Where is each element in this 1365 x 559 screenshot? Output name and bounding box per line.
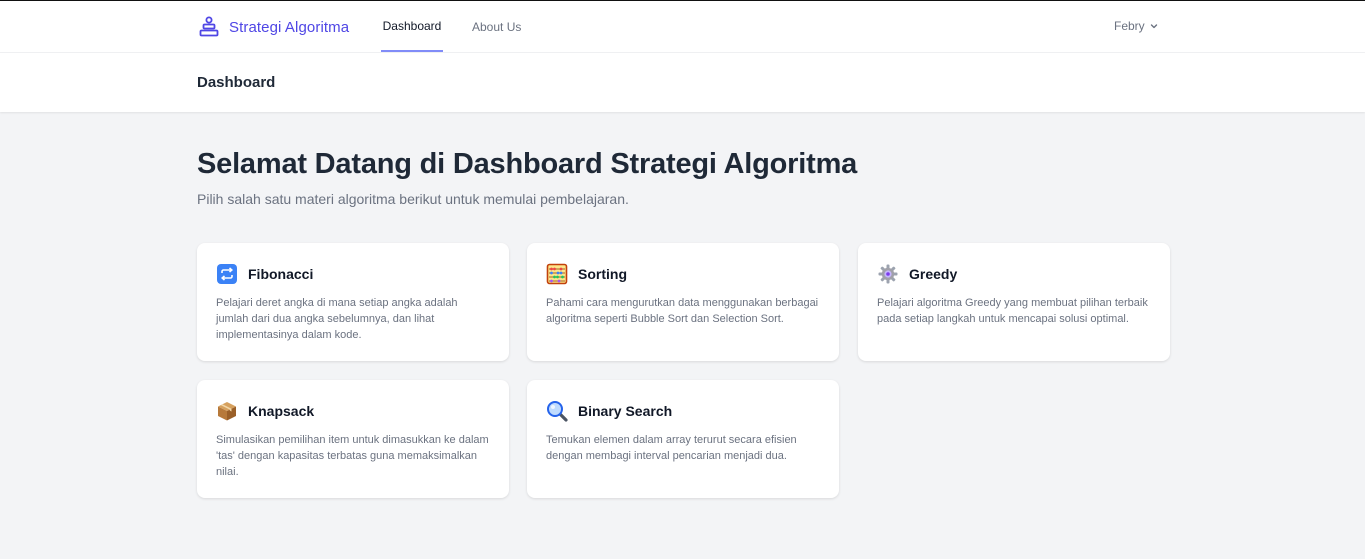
user-name: Febry xyxy=(1114,19,1145,33)
nav-about-link[interactable]: About Us xyxy=(468,1,525,52)
card-title: Sorting xyxy=(578,266,627,282)
card-description: Pahami cara mengurutkan data menggunakan… xyxy=(546,297,819,325)
top-navbar: Strategi Algoritma Dashboard About Us Fe… xyxy=(0,1,1365,53)
gear-icon xyxy=(878,264,898,284)
card-description: Temukan elemen dalam array terurut secar… xyxy=(546,434,797,462)
card-description: Pelajari algoritma Greedy yang membuat p… xyxy=(877,297,1148,325)
stack-layers-icon xyxy=(199,16,219,37)
card-title: Knapsack xyxy=(248,403,315,419)
card-description: Simulasikan pemilihan item untuk dimasuk… xyxy=(216,434,489,478)
card-description: Pelajari deret angka di mana setiap angk… xyxy=(216,297,458,341)
card-title: Fibonacci xyxy=(248,266,314,282)
chevron-down-icon xyxy=(1150,24,1157,29)
card-knapsack[interactable]: Knapsack Simulasikan pemilihan item untu… xyxy=(197,380,509,498)
welcome-subtitle: Pilih salah satu materi algoritma beriku… xyxy=(197,191,629,207)
page-title: Dashboard xyxy=(197,74,276,91)
magnifier-icon xyxy=(547,401,568,422)
abacus-icon xyxy=(546,263,568,285)
card-greedy[interactable]: Greedy Pelajari algoritma Greedy yang me… xyxy=(858,243,1170,361)
brand-name: Strategi Algoritma xyxy=(229,18,350,36)
card-binary-search[interactable]: Binary Search Temukan elemen dalam array… xyxy=(527,380,839,498)
card-title: Greedy xyxy=(909,266,958,282)
nav-dashboard-link[interactable]: Dashboard xyxy=(381,1,443,52)
card-fibonacci[interactable]: Fibonacci Pelajari deret angka di mana s… xyxy=(197,243,509,361)
user-menu-dropdown[interactable]: Febry xyxy=(1114,19,1159,33)
page-header: Dashboard xyxy=(0,53,1365,112)
card-sorting[interactable]: Sorting Pahami cara mengurutkan data men… xyxy=(527,243,839,361)
repeat-arrows-icon xyxy=(217,264,237,284)
welcome-heading: Selamat Datang di Dashboard Strategi Alg… xyxy=(197,148,858,180)
card-title: Binary Search xyxy=(578,403,673,419)
package-icon xyxy=(218,402,236,421)
brand-link[interactable]: Strategi Algoritma xyxy=(197,15,349,39)
